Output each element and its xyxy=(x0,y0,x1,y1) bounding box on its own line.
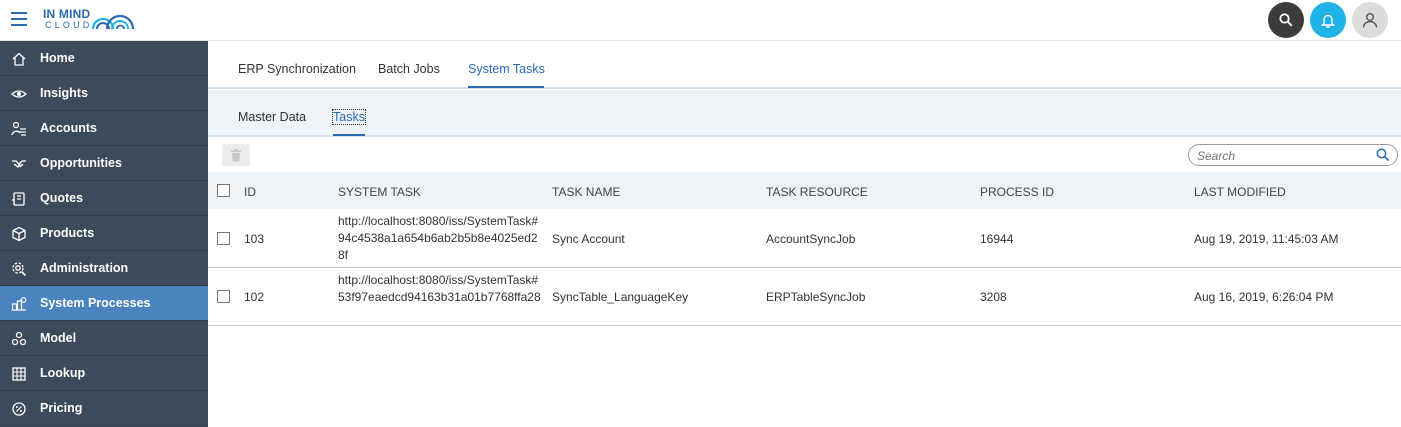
grid-icon xyxy=(12,367,26,381)
column-header-process-id[interactable]: PROCESS ID xyxy=(980,185,1054,199)
cell-task-name: SyncTable_LanguageKey xyxy=(552,290,689,304)
sidebar-item-pricing[interactable]: Pricing xyxy=(0,391,208,426)
sidebar-item-label: Home xyxy=(40,51,75,65)
logo-text-bottom: CLOUD xyxy=(45,20,93,30)
sidebar-item-label: Products xyxy=(40,226,95,240)
search-input[interactable] xyxy=(1197,148,1367,163)
delete-button[interactable] xyxy=(222,144,250,166)
sidebar-nav: Home Insights Accounts Opportunities Quo… xyxy=(0,41,208,427)
quotes-icon xyxy=(12,192,25,206)
logo-text-top: IN MIND xyxy=(43,7,91,21)
active-tab-indicator xyxy=(468,86,544,88)
logo-cloud-icon xyxy=(91,14,135,30)
table-row[interactable]: 102 http://localhost:8080/iss/SystemTask… xyxy=(208,268,1401,326)
subtab-bar: Master Data Tasks xyxy=(208,90,1401,137)
sidebar-item-lookup[interactable]: Lookup xyxy=(0,356,208,391)
sidebar-item-label: Insights xyxy=(40,86,88,100)
main-content: ERP Synchronization Batch Jobs System Ta… xyxy=(208,41,1401,427)
bell-icon xyxy=(1321,14,1335,28)
cell-last-modified: Aug 19, 2019, 11:45:03 AM xyxy=(1194,232,1339,246)
sidebar-item-label: Administration xyxy=(40,261,129,275)
sidebar-item-opportunities[interactable]: Opportunities xyxy=(0,146,208,181)
cell-system-task: http://localhost:8080/iss/SystemTask#53f… xyxy=(338,273,541,304)
sidebar-item-quotes[interactable]: Quotes xyxy=(0,181,208,216)
tab-batch-jobs[interactable]: Batch Jobs xyxy=(378,62,440,76)
tab-system-tasks[interactable]: System Tasks xyxy=(468,62,545,76)
user-profile-button[interactable] xyxy=(1352,2,1388,38)
user-icon xyxy=(1362,13,1378,28)
accounts-icon xyxy=(11,121,26,136)
menu-icon[interactable] xyxy=(11,12,27,26)
cell-last-modified: Aug 16, 2019, 6:26:04 PM xyxy=(1194,290,1334,304)
tab-erp-synchronization[interactable]: ERP Synchronization xyxy=(238,62,356,76)
subtab-master-data[interactable]: Master Data xyxy=(238,110,306,124)
model-icon xyxy=(11,331,27,346)
cell-task-name: Sync Account xyxy=(552,232,625,246)
column-header-id[interactable]: ID xyxy=(244,185,256,199)
notifications-button[interactable] xyxy=(1310,2,1346,38)
sidebar-item-products[interactable]: Products xyxy=(0,216,208,251)
search-field[interactable] xyxy=(1188,144,1398,166)
sidebar-item-insights[interactable]: Insights xyxy=(0,76,208,111)
processes-icon xyxy=(11,297,27,311)
cell-system-task: http://localhost:8080/iss/SystemTask#94c… xyxy=(338,214,539,262)
sidebar-item-label: Pricing xyxy=(40,401,83,415)
search-icon xyxy=(1279,13,1293,27)
eye-icon xyxy=(11,90,27,98)
sidebar-item-accounts[interactable]: Accounts xyxy=(0,111,208,146)
column-header-task-name[interactable]: TASK NAME xyxy=(552,185,620,199)
cell-process-id: 3208 xyxy=(980,290,1007,304)
row-checkbox[interactable] xyxy=(217,232,230,245)
home-icon xyxy=(12,52,26,66)
handshake-icon xyxy=(12,160,26,168)
column-header-task-resource[interactable]: TASK RESOURCE xyxy=(766,185,868,199)
cell-task-resource: ERPTableSyncJob xyxy=(766,290,866,304)
sidebar-item-system-processes[interactable]: System Processes xyxy=(0,286,208,321)
sidebar-item-label: Model xyxy=(40,331,77,345)
box-icon xyxy=(12,226,26,242)
pricing-icon xyxy=(12,402,26,416)
select-all-checkbox[interactable] xyxy=(217,184,230,197)
trash-icon xyxy=(231,148,241,161)
sidebar-item-label: Quotes xyxy=(40,191,84,205)
sidebar-item-label: System Processes xyxy=(40,296,151,310)
sidebar-item-home[interactable]: Home xyxy=(0,41,208,76)
column-header-last-modified[interactable]: LAST MODIFIED xyxy=(1194,185,1286,199)
sidebar-item-label: Opportunities xyxy=(40,156,122,170)
sidebar-item-label: Lookup xyxy=(40,366,86,380)
system-tasks-table: ID SYSTEM TASK TASK NAME TASK RESOURCE P… xyxy=(208,172,1401,326)
cell-process-id: 16944 xyxy=(980,232,1014,246)
column-header-system-task[interactable]: SYSTEM TASK xyxy=(338,185,421,199)
cell-id: 102 xyxy=(244,290,265,304)
admin-gear-icon xyxy=(12,262,27,277)
app-logo[interactable]: IN MIND CLOUD xyxy=(43,7,143,31)
table-toolbar xyxy=(208,139,1401,172)
sidebar-item-label: Accounts xyxy=(40,121,97,135)
sidebar-item-administration[interactable]: Administration xyxy=(0,251,208,286)
active-subtab-indicator xyxy=(333,134,365,136)
row-checkbox[interactable] xyxy=(217,290,230,303)
search-icon[interactable] xyxy=(1376,148,1390,162)
table-header: ID SYSTEM TASK TASK NAME TASK RESOURCE P… xyxy=(208,172,1401,209)
sidebar-item-model[interactable]: Model xyxy=(0,321,208,356)
search-button[interactable] xyxy=(1268,2,1304,38)
subtab-tasks[interactable]: Tasks xyxy=(332,109,366,125)
tab-bar: ERP Synchronization Batch Jobs System Ta… xyxy=(208,41,1401,89)
table-row[interactable]: 103 http://localhost:8080/iss/SystemTask… xyxy=(208,209,1401,268)
top-bar: IN MIND CLOUD xyxy=(0,0,1401,41)
cell-id: 103 xyxy=(244,232,265,246)
cell-task-resource: AccountSyncJob xyxy=(766,232,856,246)
